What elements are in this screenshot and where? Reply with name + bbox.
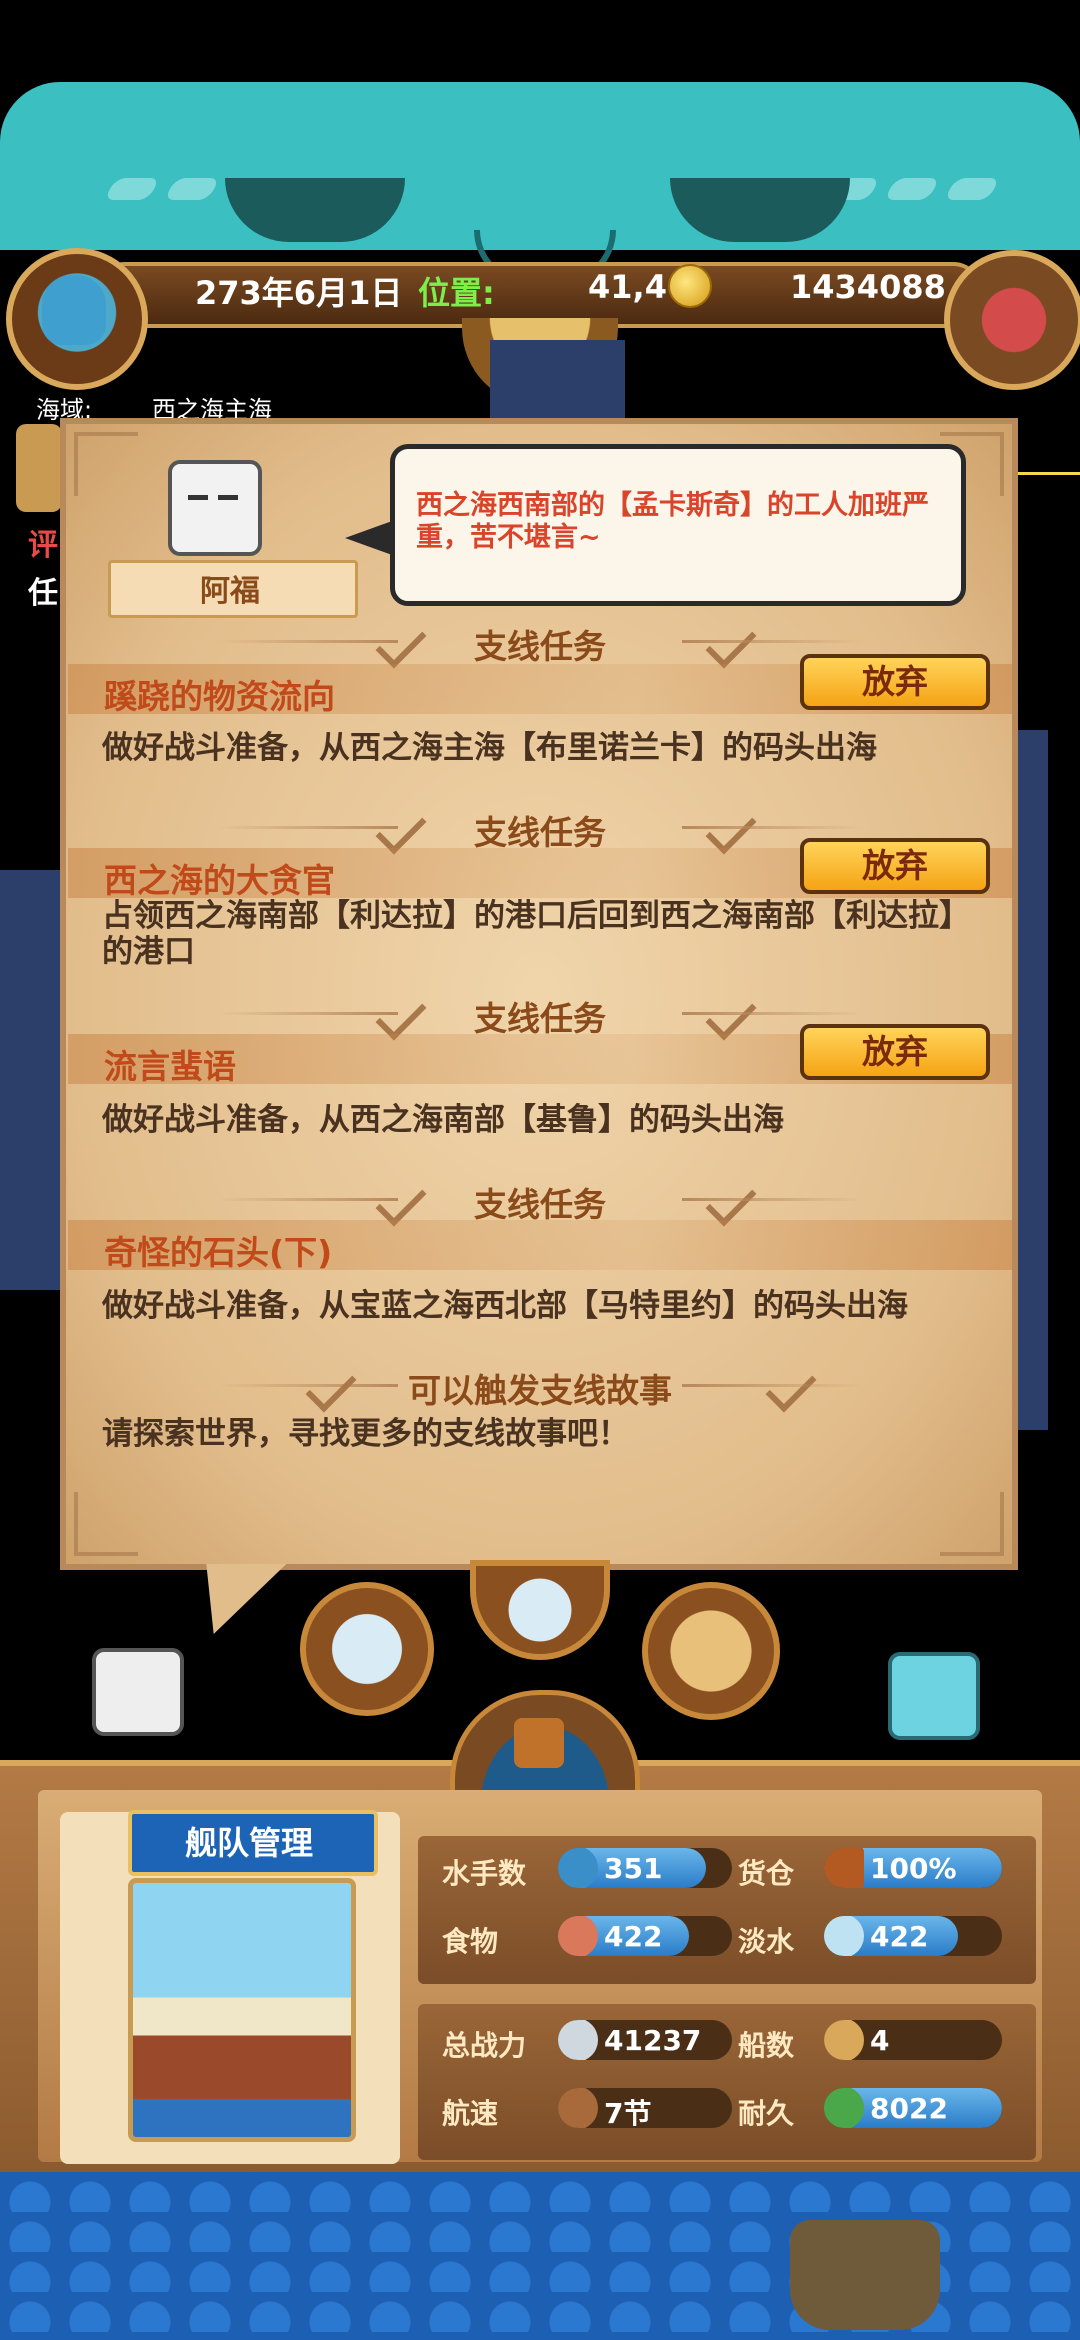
quest-title: 西之海的大贪官 [104, 861, 335, 900]
stat-bar: 100% [824, 1848, 1002, 1888]
npc-portrait [168, 460, 262, 556]
stat-value: 351 [604, 1852, 663, 1885]
cat-left-eye [225, 178, 405, 242]
quest-description: 做好战斗准备，从西之海主海【布里诺兰卡】的码头出海 [102, 730, 877, 766]
stat-bar: 4 [824, 2020, 1002, 2060]
anchor-icon[interactable] [470, 1560, 610, 1660]
stat-value: 8022 [870, 2092, 948, 2125]
stat-value: 41237 [604, 2024, 702, 2057]
stat-value: 100% [870, 1852, 957, 1885]
header-line [682, 826, 862, 829]
flagship-image[interactable] [128, 1878, 356, 2142]
stat-bar: 7节 [558, 2088, 732, 2128]
npc-speech-text: 西之海西南部的【孟卡斯奇】的工人加班严重，苦不堪言~ [416, 490, 929, 553]
header-line [682, 1384, 862, 1387]
section-header: 可以触发支线故事 [68, 1361, 1012, 1413]
stat-bar: 422 [558, 1916, 732, 1956]
captain-icon [42, 275, 106, 345]
treasure-chest-button[interactable] [944, 250, 1080, 390]
divider-line [1010, 472, 1080, 475]
game-date: 273年6月1日 [195, 274, 403, 312]
stat-label: 航速 [442, 2097, 499, 2130]
sailor-icon [558, 1848, 598, 1888]
telescope-icon[interactable] [300, 1582, 434, 1716]
world-map-icon[interactable] [642, 1582, 780, 1720]
meat-icon [558, 1916, 598, 1956]
stat-label: 总战力 [442, 2029, 527, 2062]
quest-title: 奇怪的石头(下) [104, 1233, 333, 1272]
durability-icon [824, 2088, 864, 2128]
sea-background [1018, 730, 1048, 1430]
stat-bar: 41237 [558, 2020, 732, 2060]
sail-icon [558, 2088, 598, 2128]
corner-ornament [940, 1492, 1004, 1556]
quest-description: 占领西之海南部【利达拉】的港口后回到西之海南部【利达拉】的港口 [102, 898, 970, 970]
quest-description: 做好战斗准备，从宝蓝之海西北部【马特里约】的码头出海 [102, 1288, 908, 1324]
corner-ornament [74, 432, 138, 496]
stat-bar: 351 [558, 1848, 732, 1888]
cat-right-eye [670, 178, 850, 242]
water-icon [824, 1916, 864, 1956]
mascot-left [92, 1648, 184, 1736]
stat-label: 水手数 [442, 1857, 527, 1890]
section-title: 支线任务 [474, 1185, 606, 1224]
stat-value: 422 [604, 1920, 663, 1953]
dialog-tail [173, 1564, 287, 1634]
position-value: 41,4 [588, 268, 667, 306]
sword-icon [558, 2020, 598, 2060]
gold-coin-icon [668, 264, 712, 308]
stat-bar: 422 [824, 1916, 1002, 1956]
stat-label: 耐久 [738, 2097, 795, 2130]
quest-title-row: 奇怪的石头(下) [68, 1220, 1012, 1272]
corner-ornament [74, 1492, 138, 1556]
npc-name: 阿福 [200, 574, 260, 609]
partial-text-2: 任 [28, 576, 58, 611]
abandon-button[interactable]: 放弃 [800, 838, 990, 894]
stat-label: 船数 [738, 2029, 795, 2062]
stat-label: 货仓 [738, 1857, 795, 1890]
abandon-button[interactable]: 放弃 [800, 1024, 990, 1080]
section-header: 支线任务 [68, 1175, 1012, 1227]
story-description: 请探索世界，寻找更多的支线故事吧！ [102, 1416, 629, 1452]
sea-background [0, 870, 60, 1290]
abandon-button[interactable]: 放弃 [800, 654, 990, 710]
header-line [682, 640, 862, 643]
npc-eye [218, 495, 238, 500]
quest-title: 蹊跷的物资流向 [104, 677, 335, 716]
sea-background [490, 340, 625, 420]
cat-mascot-right [888, 1652, 980, 1740]
ship-count-icon [824, 2020, 864, 2060]
section-title: 可以触发支线故事 [408, 1371, 672, 1410]
gold-amount: 1434088 [790, 268, 946, 306]
speech-bubble-tail [345, 520, 395, 556]
cat-header-banner [0, 82, 1080, 286]
player-ship[interactable] [790, 2220, 940, 2330]
quest-title: 流言蜚语 [104, 1047, 236, 1086]
cargo-icon [824, 1848, 864, 1888]
fleet-management-title: 舰队管理 [184, 1824, 313, 1862]
stat-value: 4 [870, 2024, 890, 2057]
partial-text-1: 评 [28, 528, 58, 563]
cat-stripe [943, 178, 1001, 200]
stat-value: 422 [870, 1920, 929, 1953]
stat-label: 食物 [442, 1925, 499, 1958]
stat-value: 7节 [604, 2097, 652, 2128]
stat-label: 淡水 [738, 1925, 795, 1958]
stat-bar: 8022 [824, 2088, 1002, 2128]
npc-eye [188, 495, 208, 500]
cat-stripe [103, 178, 161, 200]
quest-description: 做好战斗准备，从西之海南部【基鲁】的码头出海 [102, 1102, 784, 1138]
cat-stripe [883, 178, 941, 200]
side-tab-button[interactable] [16, 424, 62, 512]
position-label: 位置: [418, 274, 495, 312]
header-line [682, 1012, 862, 1015]
header-line [682, 1198, 862, 1201]
cat-stripe [163, 178, 221, 200]
sailing-ship-icon [514, 1718, 564, 1768]
